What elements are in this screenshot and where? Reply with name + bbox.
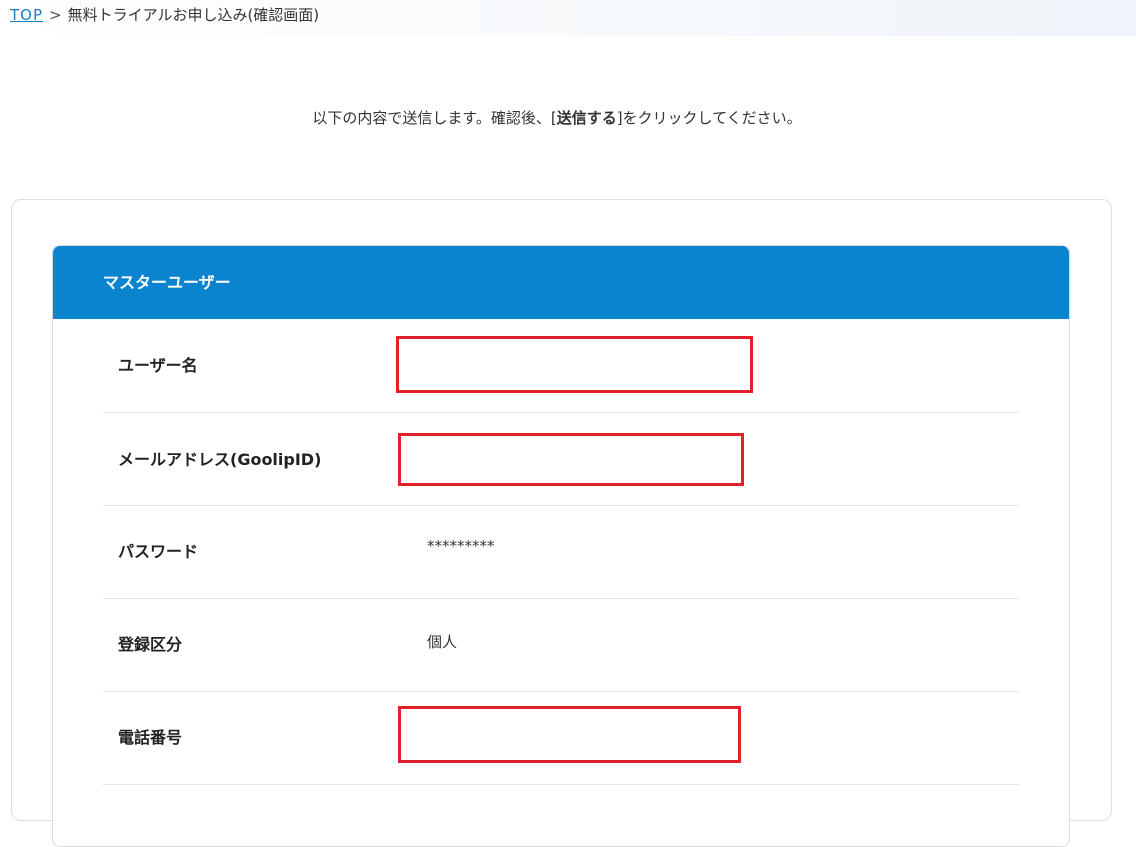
redaction-box-email bbox=[398, 433, 744, 486]
section-header: マスターユーザー bbox=[53, 246, 1069, 319]
row-registration-type: 登録区分 個人 bbox=[103, 598, 1019, 692]
row-value: ********* bbox=[427, 537, 495, 555]
breadcrumb-top-link[interactable]: TOP bbox=[10, 6, 43, 24]
breadcrumb-separator: > bbox=[49, 6, 62, 24]
redaction-box-username bbox=[396, 336, 753, 393]
breadcrumb: TOP > 無料トライアルお申し込み(確認画面) bbox=[10, 5, 319, 25]
row-label: パスワード bbox=[118, 542, 199, 561]
breadcrumb-current: 無料トライアルお申し込み(確認画面) bbox=[67, 6, 320, 24]
row-password: パスワード ********* bbox=[103, 505, 1019, 599]
redaction-box-phone bbox=[398, 706, 741, 763]
row-value: 個人 bbox=[427, 633, 458, 651]
row-label: ユーザー名 bbox=[118, 356, 198, 375]
instruction-text-before: 以下の内容で送信します。確認後、[ bbox=[312, 109, 557, 127]
row-label: 電話番号 bbox=[118, 728, 183, 747]
confirmation-instruction: 以下の内容で送信します。確認後、[送信する]をクリックしてください。 bbox=[0, 107, 1114, 129]
row-label: 登録区分 bbox=[118, 635, 183, 654]
instruction-text-after: ]をクリックしてください。 bbox=[616, 109, 802, 127]
row-label: メールアドレス(GoolipID) bbox=[118, 450, 322, 469]
instruction-emphasis: 送信する bbox=[556, 109, 617, 127]
